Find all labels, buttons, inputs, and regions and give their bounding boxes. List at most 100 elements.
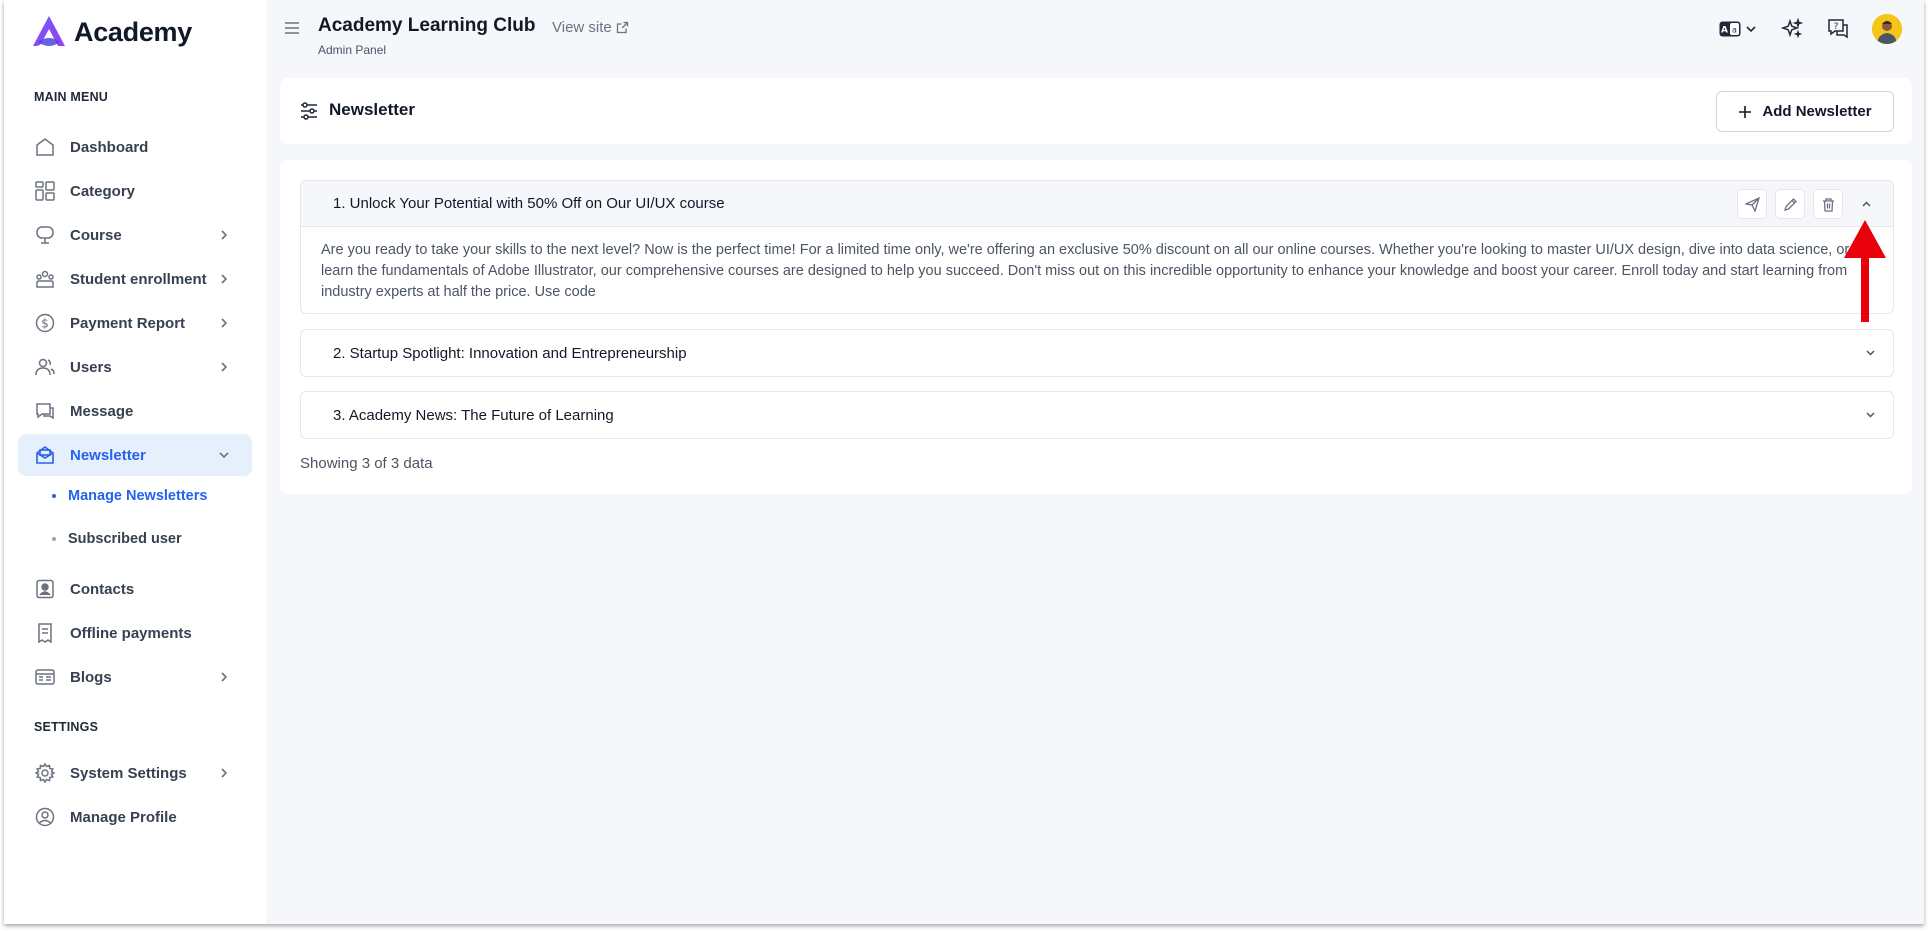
view-site-link[interactable]: View site [552, 19, 629, 36]
sidebar-item-offline-payments[interactable]: Offline payments [18, 612, 252, 654]
send-button[interactable] [1737, 189, 1767, 219]
chevron-right-icon [221, 230, 228, 240]
language-switcher[interactable]: Aa [1718, 17, 1758, 41]
annotation-arrow-icon [1844, 220, 1886, 322]
trash-icon [1822, 197, 1834, 212]
sidebar-item-label: Dashboard [70, 138, 149, 156]
accordion-header[interactable]: 2. Startup Spotlight: Innovation and Ent… [301, 330, 1893, 376]
pencil-icon [1783, 197, 1797, 211]
app-title: Academy Learning Club [318, 15, 536, 36]
receipt-icon [34, 622, 56, 644]
chevron-up-icon [1861, 200, 1871, 207]
newsletter-header-card: Newsletter Add Newsletter [280, 78, 1912, 144]
sidebar: Academy MAIN MENU Dashboard Category Cou… [4, 0, 266, 924]
newsletter-body: Are you ready to take your skills to the… [321, 242, 1850, 300]
sidebar-item-payment-report[interactable]: $ Payment Report [18, 302, 252, 344]
profile-circle-icon [34, 806, 56, 828]
sidebar-item-label: Blogs [70, 668, 112, 686]
brand-logo[interactable]: Academy [30, 14, 192, 50]
add-newsletter-label: Add Newsletter [1762, 103, 1872, 120]
brand-name: Academy [74, 16, 192, 47]
svg-text:A: A [1721, 26, 1728, 36]
sidebar-item-label: Message [70, 402, 134, 420]
menu-toggle-icon[interactable] [284, 21, 300, 35]
sidebar-item-label: Users [70, 358, 112, 376]
app-subtitle: Admin Panel [318, 43, 387, 57]
chat-question-icon: ? [1828, 19, 1848, 39]
newsletter-title: 2. Startup Spotlight: Innovation and Ent… [333, 344, 687, 362]
sidebar-item-blogs[interactable]: Blogs [18, 656, 252, 698]
sidebar-item-label: Category [70, 182, 136, 200]
chevron-right-icon [221, 318, 228, 328]
topbar-actions: Aa ? [1718, 14, 1902, 44]
accordion-actions [1737, 189, 1881, 219]
add-newsletter-button[interactable]: Add Newsletter [1716, 91, 1894, 132]
newsletter-list-card: 1. Unlock Your Potential with 50% Off on… [280, 160, 1912, 494]
svg-text:?: ? [1834, 22, 1839, 32]
plus-icon [1739, 105, 1752, 118]
sidebar-subitem-manage-newsletters[interactable]: Manage Newsletters [52, 488, 207, 504]
edit-button[interactable] [1775, 189, 1805, 219]
sidebar-item-dashboard[interactable]: Dashboard [18, 126, 252, 168]
newsletter-icon [34, 444, 56, 466]
sidebar-item-student-enrollment[interactable]: Student enrollment [18, 258, 252, 300]
chevron-down-icon[interactable] [1864, 346, 1877, 359]
user-avatar[interactable] [1872, 14, 1902, 44]
message-icon [34, 400, 56, 422]
chevron-right-icon [221, 768, 228, 778]
sidebar-item-label: Contacts [70, 580, 135, 598]
newsletter-accordion-item: 2. Startup Spotlight: Innovation and Ent… [300, 329, 1894, 377]
avatar-image [1872, 14, 1902, 44]
dollar-circle-icon: $ [34, 312, 56, 334]
sidebar-item-label: Offline payments [70, 624, 192, 642]
page-title: Newsletter [329, 100, 415, 119]
sidebar-item-message[interactable]: Message [18, 390, 252, 432]
newsletter-accordion-item: 1. Unlock Your Potential with 50% Off on… [300, 180, 1894, 314]
sidebar-item-manage-profile[interactable]: Manage Profile [18, 796, 252, 838]
translate-icon: Aa [1719, 21, 1741, 37]
chevron-down-icon [1746, 26, 1756, 33]
external-link-icon [616, 21, 628, 34]
accordion-header[interactable]: 1. Unlock Your Potential with 50% Off on… [301, 181, 1893, 227]
sidebar-item-label: Student enrollment [70, 270, 207, 288]
sidebar-item-category[interactable]: Category [18, 170, 252, 212]
delete-button[interactable] [1813, 189, 1843, 219]
sidebar-item-users[interactable]: Users [18, 346, 252, 388]
sidebar-item-label: System Settings [70, 764, 187, 782]
settings-title: SETTINGS [34, 720, 99, 734]
sidebar-item-label: Payment Report [70, 314, 186, 332]
help-chat-button[interactable]: ? [1826, 17, 1850, 41]
svg-text:a: a [1732, 26, 1737, 35]
users-icon [34, 356, 56, 378]
newsletter-title: 1. Unlock Your Potential with 50% Off on… [333, 195, 725, 212]
enrollment-icon [34, 268, 56, 290]
send-icon [1744, 196, 1760, 212]
sliders-icon [301, 102, 317, 120]
sidebar-subitem-label: Manage Newsletters [68, 488, 208, 504]
collapse-toggle[interactable] [1851, 189, 1881, 219]
course-icon [34, 224, 56, 246]
pagination-summary: Showing 3 of 3 data [300, 455, 433, 472]
app-window: Academy MAIN MENU Dashboard Category Cou… [4, 0, 1924, 924]
contacts-icon [34, 578, 56, 600]
ai-sparkle-button[interactable] [1780, 17, 1804, 41]
blog-icon [34, 666, 56, 688]
sidebar-item-label: Newsletter [70, 446, 146, 464]
sidebar-item-contacts[interactable]: Contacts [18, 568, 252, 610]
chevron-down-icon[interactable] [1864, 408, 1877, 421]
sidebar-item-newsletter[interactable]: Newsletter [18, 434, 252, 476]
chevron-down-icon [219, 452, 229, 459]
sidebar-subitem-subscribed-user[interactable]: Subscribed user [52, 531, 182, 547]
bullet-dot [52, 537, 56, 541]
main-menu-title: MAIN MENU [34, 90, 109, 104]
sidebar-item-system-settings[interactable]: System Settings [18, 752, 252, 794]
category-grid-icon [34, 180, 56, 202]
view-site-label: View site [552, 19, 612, 36]
sidebar-item-course[interactable]: Course [18, 214, 252, 256]
sidebar-item-label: Manage Profile [70, 808, 177, 826]
accordion-header[interactable]: 3. Academy News: The Future of Learning [301, 392, 1893, 438]
bullet-dot [52, 494, 56, 498]
chevron-right-icon [221, 672, 228, 682]
chevron-right-icon [221, 274, 228, 284]
home-icon [34, 136, 56, 158]
